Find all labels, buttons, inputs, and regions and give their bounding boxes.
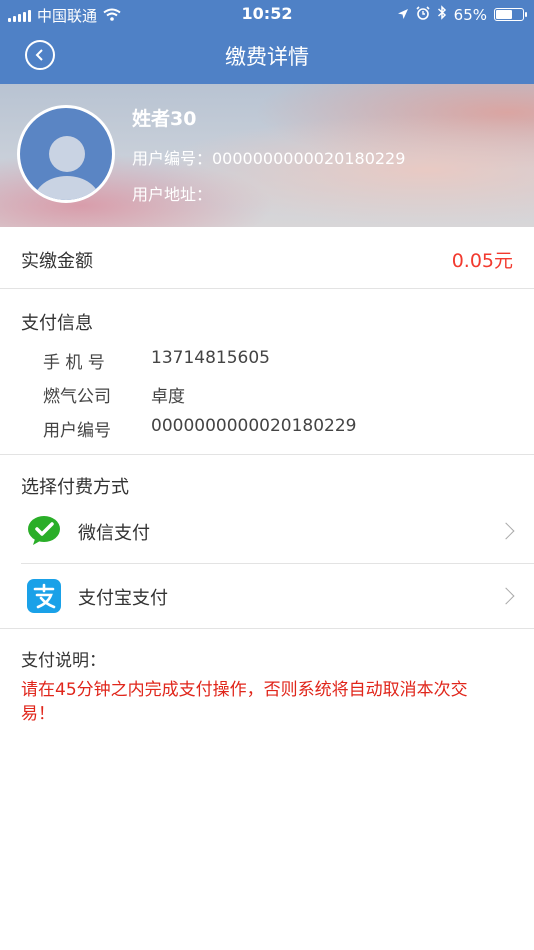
payment-methods-title: 选择付费方式 xyxy=(21,477,129,498)
divider xyxy=(0,628,534,629)
info-label-company: 燃气公司 xyxy=(43,387,111,407)
chevron-right-icon xyxy=(497,587,515,605)
nav-bar: 缴费详情 xyxy=(0,28,534,84)
payment-note-title: 支付说明： xyxy=(21,651,106,671)
info-value-company: 卓度 xyxy=(151,387,185,407)
page-title: 缴费详情 xyxy=(225,45,309,69)
payment-note-text: 请在45分钟之内完成支付操作，否则系统将自动取消本次交易！ xyxy=(21,680,468,724)
bluetooth-icon xyxy=(437,5,447,24)
alarm-icon xyxy=(416,5,430,24)
info-value-phone: 13714815605 xyxy=(151,348,270,368)
info-label-user-id: 用户编号 xyxy=(43,421,111,441)
battery-icon xyxy=(494,8,527,21)
info-label-phone: 手 机 号 xyxy=(43,353,105,373)
wechat-pay-icon xyxy=(27,514,61,548)
battery-percent: 65% xyxy=(453,5,487,24)
battery-fill xyxy=(496,10,513,19)
top-bar: 中国联通 10:52 65% 缴费详情 xyxy=(0,0,534,84)
location-icon xyxy=(397,6,409,24)
alipay-icon xyxy=(27,579,61,613)
divider xyxy=(0,454,534,455)
avatar-head xyxy=(49,136,85,172)
status-right: 65% xyxy=(397,5,527,24)
info-value-user-id: 0000000000020180229 xyxy=(151,416,357,436)
alipay-option[interactable]: 支付宝支付 xyxy=(0,564,534,628)
user-address: 用户地址： xyxy=(132,185,213,204)
alipay-label: 支付宝支付 xyxy=(78,588,168,609)
user-name: 姓者30 xyxy=(132,108,197,130)
amount-row: 实缴金额 0.05元 xyxy=(0,227,534,289)
wechat-pay-label: 微信支付 xyxy=(78,523,150,544)
chevron-right-icon xyxy=(497,522,515,540)
user-id: 用户编号：0000000000020180229 xyxy=(132,149,406,168)
amount-label: 实缴金额 xyxy=(21,251,93,272)
wechat-pay-option[interactable]: 微信支付 xyxy=(0,499,534,563)
amount-value: 0.05元 xyxy=(451,250,513,272)
avatar-body xyxy=(34,176,100,200)
payment-info-title: 支付信息 xyxy=(21,313,93,334)
status-bar: 中国联通 10:52 65% xyxy=(0,0,534,28)
avatar xyxy=(17,105,115,203)
user-banner: 姓者30 用户编号：0000000000020180229 用户地址： xyxy=(0,84,534,227)
